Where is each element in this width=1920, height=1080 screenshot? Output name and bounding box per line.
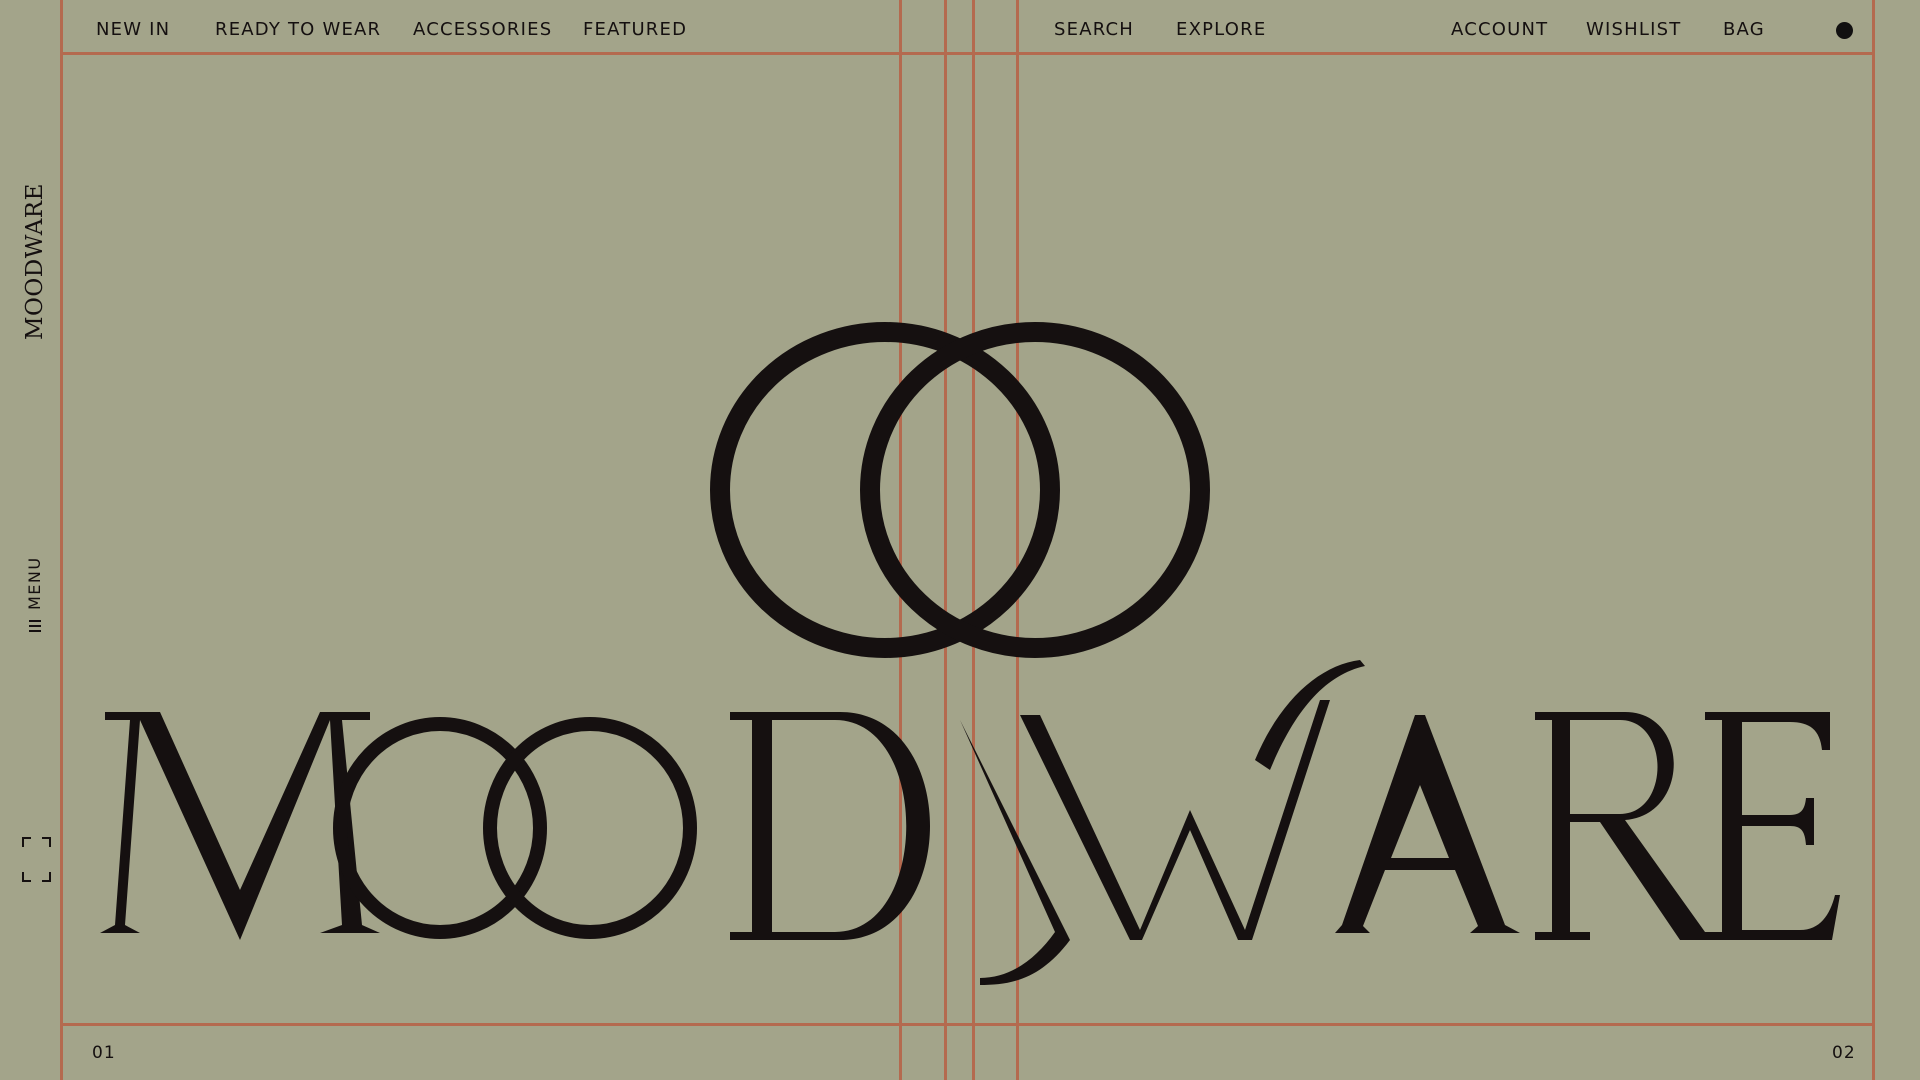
hero-wordmark-logo	[100, 660, 1840, 985]
guide-line-bottom	[61, 1023, 1875, 1026]
nav-accessories[interactable]: ACCESSORIES	[413, 19, 552, 41]
nav-ready-to-wear[interactable]: READY TO WEAR	[215, 19, 381, 41]
sidebar-logo[interactable]: MOODWARE	[22, 183, 48, 340]
fullscreen-icon[interactable]	[22, 837, 51, 882]
nav-search[interactable]: SEARCH	[1054, 19, 1134, 41]
hamburger-icon	[29, 620, 41, 632]
status-dot-icon[interactable]	[1836, 22, 1853, 39]
nav-featured[interactable]: FEATURED	[583, 19, 687, 41]
page-number-left: 01	[92, 1043, 116, 1063]
menu-label: MENU	[25, 556, 44, 610]
nav-bag[interactable]: BAG	[1723, 19, 1765, 41]
guide-line-left	[60, 0, 63, 1080]
nav-new-in[interactable]: NEW IN	[96, 19, 170, 41]
nav-account[interactable]: ACCOUNT	[1451, 19, 1548, 41]
nav-explore[interactable]: EXPLORE	[1176, 19, 1266, 41]
guide-line-top	[61, 52, 1875, 55]
guide-line-right	[1872, 0, 1875, 1080]
page-number-right: 02	[1832, 1043, 1856, 1063]
page: NEW IN READY TO WEAR ACCESSORIES FEATURE…	[0, 0, 1920, 1080]
menu-button[interactable]: MENU	[24, 556, 46, 632]
hero-monogram-logo	[710, 322, 1210, 658]
nav-wishlist[interactable]: WISHLIST	[1586, 19, 1681, 41]
